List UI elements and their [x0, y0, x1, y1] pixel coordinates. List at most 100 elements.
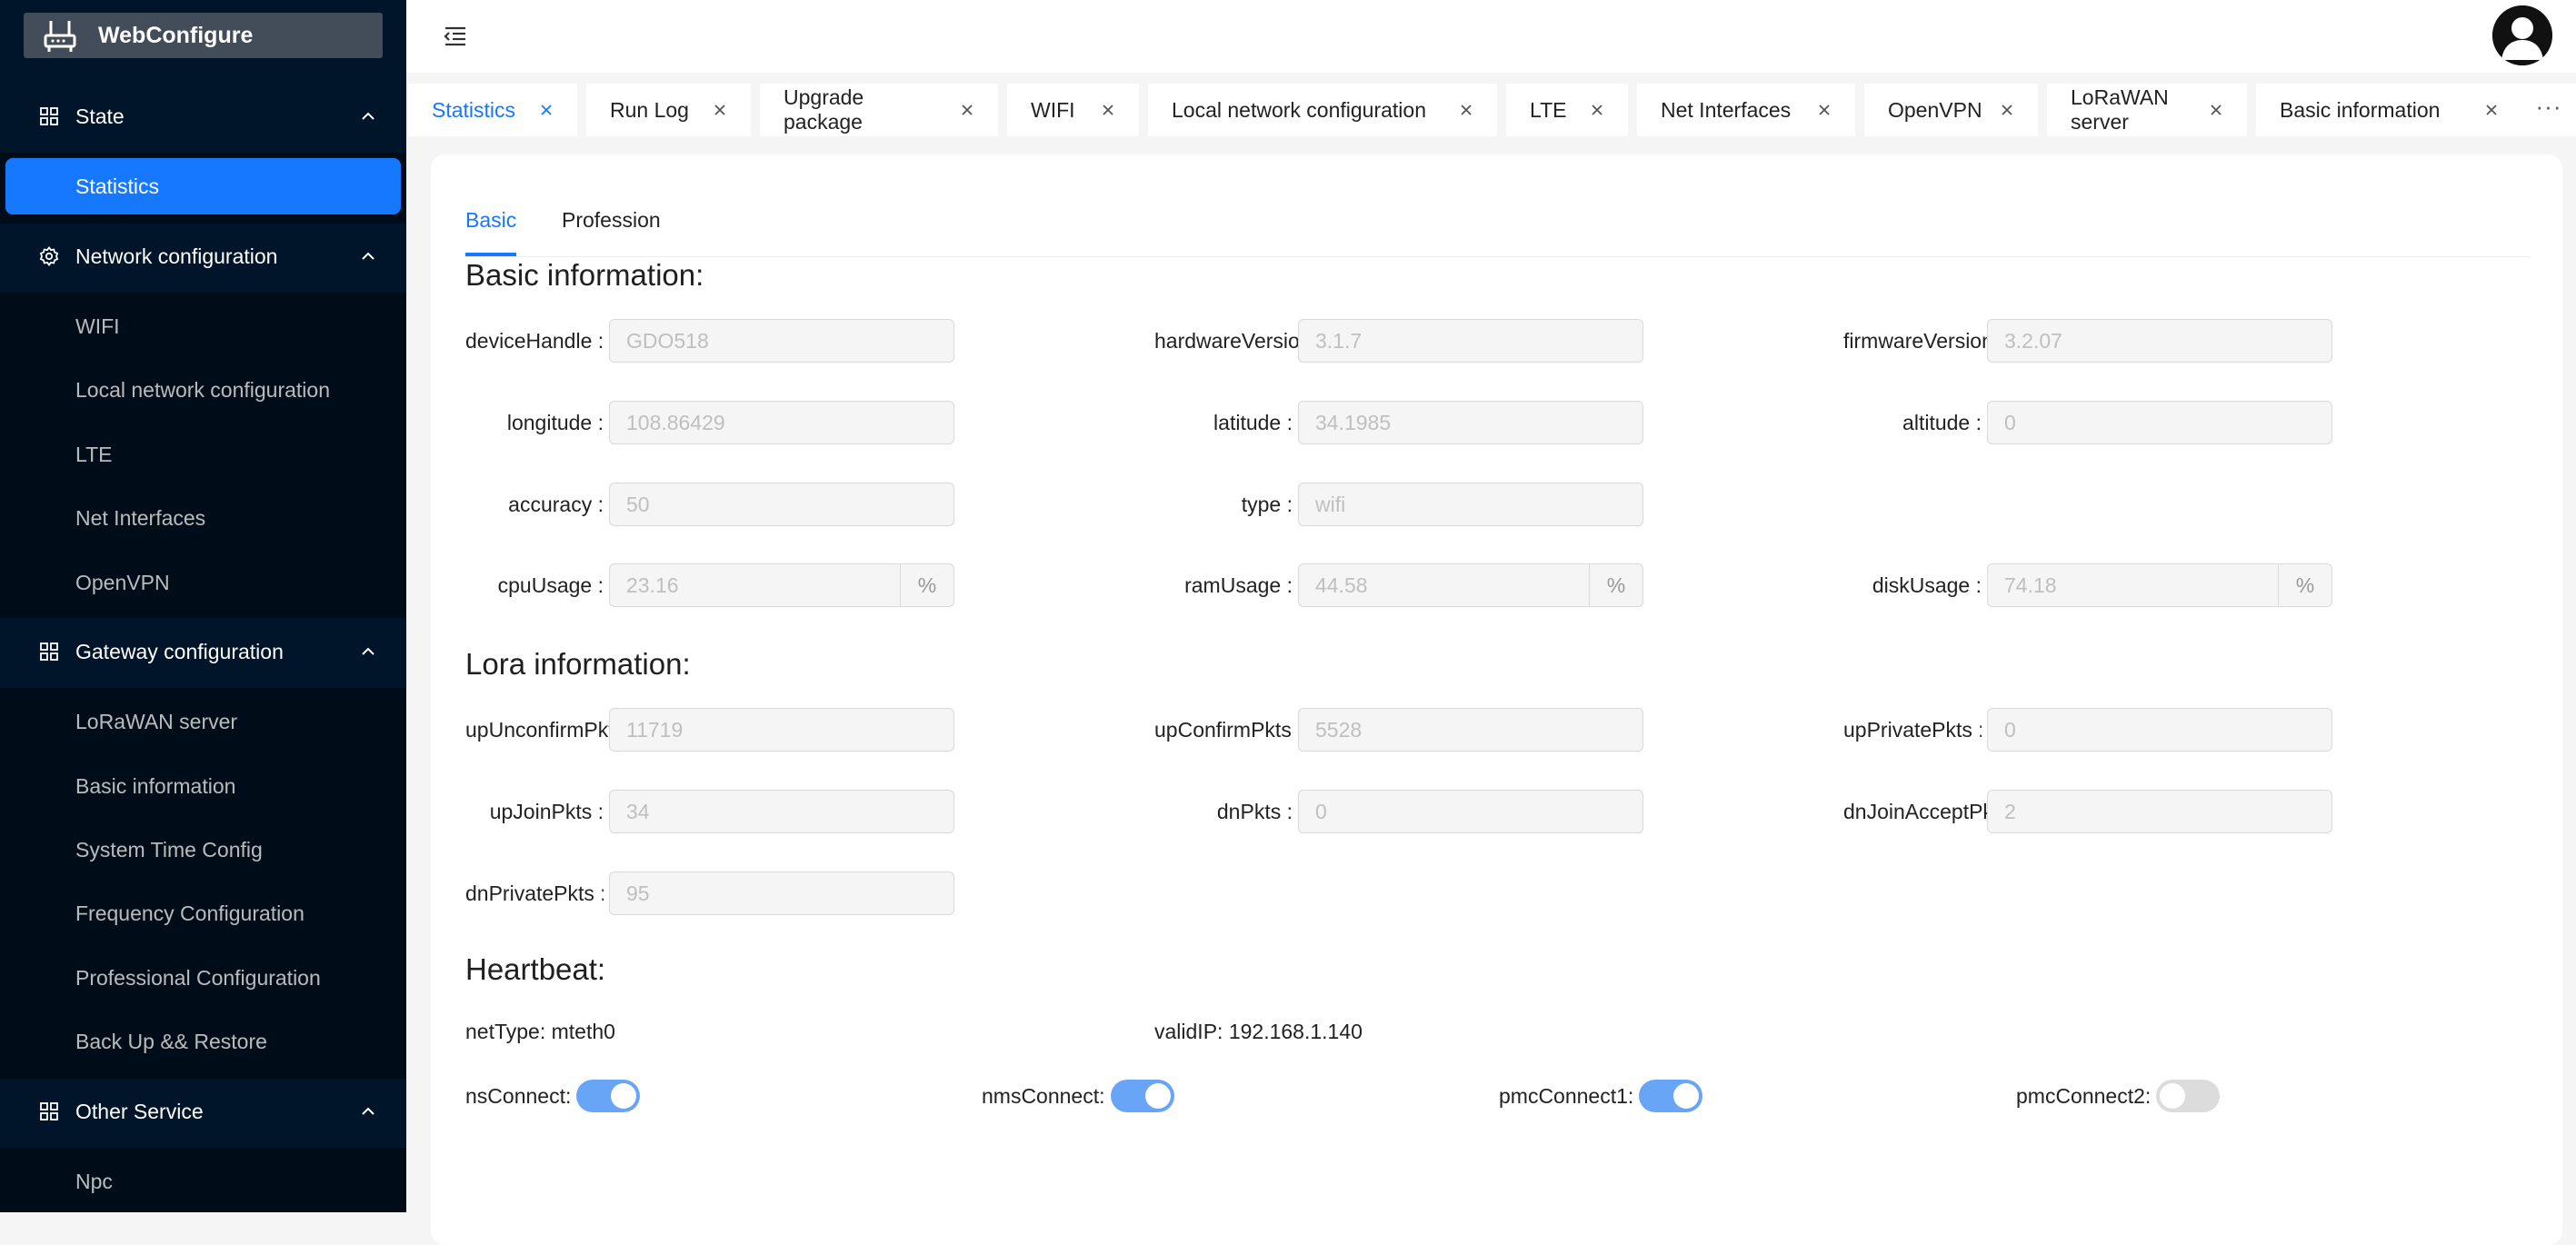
menu-group-label: Gateway configuration: [75, 639, 284, 663]
nms-connect-switch[interactable]: [1110, 1080, 1174, 1112]
tab-wifi[interactable]: WIFI: [1007, 84, 1139, 136]
sidebar-item-professional-configuration[interactable]: Professional Configuration: [0, 950, 406, 1006]
top-header: [406, 0, 2576, 73]
menu-group-gateway-configuration[interactable]: Gateway configuration: [0, 615, 406, 688]
close-icon[interactable]: [960, 103, 974, 117]
router-icon: [44, 21, 76, 52]
sidebar-item-npc[interactable]: Npc: [0, 1153, 406, 1210]
tab-local-network-configuration[interactable]: Local network configuration: [1148, 84, 1497, 136]
percent-addon: %: [2278, 564, 2331, 606]
section-title-basic: Basic information:: [465, 258, 704, 292]
section-title-heartbeat: Heartbeat:: [465, 952, 606, 986]
field-label: upPrivatePkts :: [1843, 718, 1982, 742]
menu-group-label: State: [75, 104, 125, 128]
field-latitude: latitude : 34.1985: [1154, 401, 1645, 444]
menu-group-state[interactable]: State: [0, 80, 406, 153]
sidebar-item-label: OpenVPN: [75, 570, 170, 594]
close-icon[interactable]: [1101, 103, 1115, 117]
close-icon[interactable]: [1459, 103, 1473, 117]
disk-usage-value: 74.18: [2004, 573, 2057, 597]
up-confirm-pkts-input[interactable]: 5528: [1298, 708, 1643, 752]
sidebar-item-frequency-configuration[interactable]: Frequency Configuration: [0, 885, 406, 941]
up-unconfirm-pkts-input[interactable]: 11719: [609, 708, 954, 752]
switch-label: pmcConnect2:: [2016, 1083, 2152, 1108]
tab-net-interfaces[interactable]: Net Interfaces: [1637, 84, 1855, 136]
sidebar-item-system-time-config[interactable]: System Time Config: [0, 822, 406, 878]
sidebar-item-lorawan-server[interactable]: LoRaWAN server: [0, 693, 406, 750]
up-private-pkts-input[interactable]: 0: [1987, 708, 2332, 752]
longitude-input[interactable]: 108.86429: [609, 401, 954, 444]
sidebar-item-lte[interactable]: LTE: [0, 426, 406, 483]
sidebar-item-statistics[interactable]: Statistics: [5, 158, 401, 214]
field-label: diskUsage :: [1872, 573, 1982, 597]
dn-private-pkts-input[interactable]: 95: [609, 872, 954, 915]
field-ram-usage: ramUsage : 44.58 %: [1154, 563, 1645, 607]
field-hardware-version: hardwareVersion 3.1.7: [1154, 319, 1645, 363]
sidebar-item-label: Basic information: [75, 773, 236, 798]
field-dn-pkts: dnPkts : 0: [1154, 790, 1645, 833]
menu-group-other-service[interactable]: Other Service: [0, 1075, 406, 1148]
type-input[interactable]: wifi: [1298, 483, 1643, 526]
sidebar-item-local-network-configuration[interactable]: Local network configuration: [0, 362, 406, 418]
tab-basic-information[interactable]: Basic information: [2256, 84, 2522, 136]
device-handle-input[interactable]: GDO518: [609, 319, 954, 363]
sidebar-item-label: Net Interfaces: [75, 505, 206, 530]
tab-label: Run Log: [610, 97, 689, 122]
close-icon[interactable]: [2484, 103, 2499, 117]
tab-label: OpenVPN: [1888, 97, 1982, 122]
dn-join-accept-pkts-input[interactable]: 2: [1987, 790, 2332, 833]
disk-usage-input[interactable]: 74.18 %: [1987, 563, 2332, 607]
menu-group-label: Other Service: [75, 1099, 204, 1123]
up-join-pkts-input[interactable]: 34: [609, 790, 954, 833]
field-up-unconfirm-pkts: upUnconfirmPkts 11719: [465, 708, 956, 752]
field-label: upConfirmPkts: [1154, 718, 1292, 742]
firmware-version-input[interactable]: 3.2.07: [1987, 319, 2332, 363]
field-label: firmwareVersion: [1843, 329, 1987, 353]
sidebar-item-openvpn[interactable]: OpenVPN: [0, 554, 406, 611]
pmc-connect2-switch[interactable]: [2156, 1080, 2221, 1112]
hardware-version-input[interactable]: 3.1.7: [1298, 319, 1643, 363]
pmc-connect1-switch[interactable]: [1639, 1080, 1703, 1112]
subtabs: Basic Profession: [465, 205, 2529, 257]
tab-openvpn[interactable]: OpenVPN: [1864, 84, 2038, 136]
field-label: upJoinPkts :: [489, 800, 604, 823]
sidebar-item-net-interfaces[interactable]: Net Interfaces: [0, 490, 406, 546]
accuracy-input[interactable]: 50: [609, 483, 954, 526]
sidebar-item-basic-information[interactable]: Basic information: [0, 758, 406, 814]
valid-ip-text: validIP: 192.168.1.140: [1154, 1020, 1363, 1043]
sidebar-item-wifi[interactable]: WIFI: [0, 298, 406, 354]
ns-connect-switch[interactable]: [576, 1080, 641, 1112]
sidebar-item-label: Frequency Configuration: [75, 901, 305, 925]
latitude-input[interactable]: 34.1985: [1298, 401, 1643, 444]
tabs-more-button[interactable]: ···: [2521, 84, 2576, 136]
dn-pkts-input[interactable]: 0: [1298, 790, 1643, 833]
app-logo[interactable]: WebConfigure: [24, 13, 383, 58]
field-disk-usage: diskUsage : 74.18 %: [1843, 563, 2334, 607]
switch-knob: [1673, 1083, 1700, 1109]
tab-run-log[interactable]: Run Log: [586, 84, 751, 136]
avatar[interactable]: [2492, 5, 2552, 65]
sidebar-item-backup-restore[interactable]: Back Up && Restore: [0, 1013, 406, 1070]
close-icon[interactable]: [539, 103, 554, 117]
chevron-up-icon: [362, 647, 374, 655]
close-icon[interactable]: [713, 103, 727, 117]
tab-statistics[interactable]: Statistics: [408, 84, 577, 136]
cpu-usage-input[interactable]: 23.16 %: [609, 563, 954, 607]
close-icon[interactable]: [1817, 103, 1832, 117]
tab-upgrade-package[interactable]: Upgrade package: [760, 84, 998, 136]
ram-usage-input[interactable]: 44.58 %: [1298, 563, 1643, 607]
tab-lte[interactable]: LTE: [1506, 84, 1628, 136]
subtab-basic[interactable]: Basic: [465, 205, 517, 256]
menu-group-network-configuration[interactable]: Network configuration: [0, 220, 406, 293]
field-up-private-pkts: upPrivatePkts : 0: [1843, 708, 2334, 752]
close-icon[interactable]: [2000, 103, 2014, 117]
tab-lorawan-server[interactable]: LoRaWAN server: [2047, 84, 2247, 136]
field-label: latitude :: [1213, 411, 1293, 434]
close-icon[interactable]: [2209, 103, 2223, 117]
close-icon[interactable]: [1590, 103, 1604, 117]
subtab-profession[interactable]: Profession: [562, 205, 661, 234]
menu-fold-icon[interactable]: [443, 24, 468, 49]
altitude-input[interactable]: 0: [1987, 401, 2332, 444]
field-label: ramUsage :: [1184, 573, 1293, 597]
sidebar-item-label: Professional Configuration: [75, 965, 321, 990]
